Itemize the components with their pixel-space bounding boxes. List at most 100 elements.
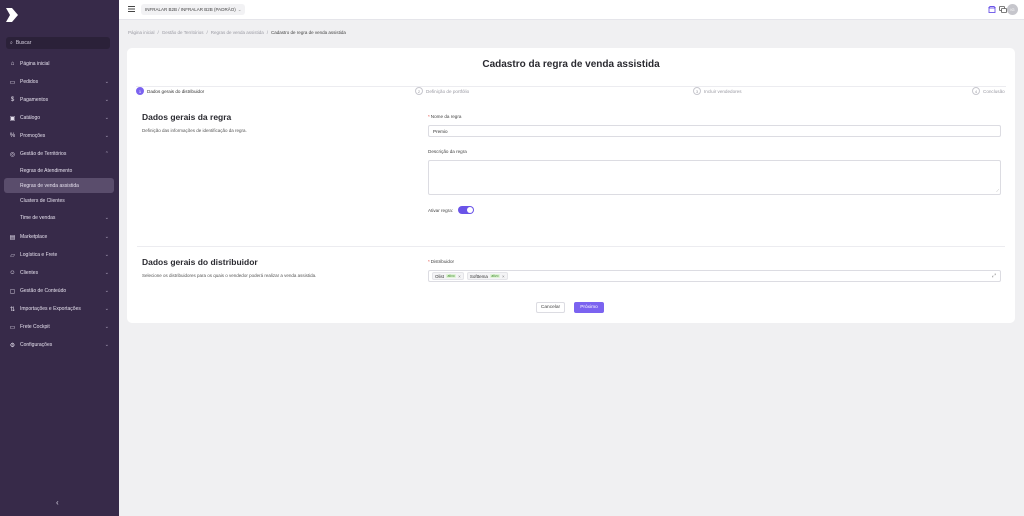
rule-description-label: Descrição da regra (428, 149, 467, 154)
rule-name-value: Premio (433, 128, 448, 134)
sidebar-item-label: Marketplace (20, 234, 48, 240)
form-card: Cadastro da regra de venda assistida 1 D… (127, 48, 1015, 323)
remove-tag-icon[interactable]: × (458, 274, 461, 279)
chevron-down-icon: ⌄ (237, 6, 242, 12)
remove-tag-icon[interactable]: × (502, 274, 505, 279)
content-icon: ▢ (9, 288, 16, 295)
avatar[interactable]: IG (1007, 4, 1018, 15)
catalog-icon: ▣ (9, 115, 16, 122)
step-number: 2 (415, 87, 423, 95)
section-divider (137, 246, 1005, 247)
step-label: Conclusão (983, 88, 1005, 94)
chevron-down-icon: ⌄ (104, 234, 109, 240)
step-4: 4 Conclusão (972, 87, 1008, 95)
sidebar-item-orders[interactable]: ▭ Pedidos ⌄ (0, 73, 119, 91)
rule-name-label-text: Nome da regra (430, 114, 462, 119)
resize-handle-icon[interactable]: ⟋ (996, 188, 999, 193)
gear-icon: ⚙ (9, 342, 16, 349)
sidebar-subitem-label: Regras de venda assistida (20, 182, 79, 189)
section-desc-rule: Definição das informações de identificaç… (142, 128, 247, 133)
distributor-select[interactable]: Olist ativo × Softtema ativo × ⤢ (428, 270, 1001, 282)
sidebar-subitem-service-rules[interactable]: Regras de Atendimento (0, 163, 119, 178)
distributor-label: *Distribuidor (428, 259, 454, 264)
sidebar-item-content[interactable]: ▢ Gestão de Conteúdo ⌄ (0, 282, 119, 300)
breadcrumb-separator: / (266, 30, 269, 35)
chat-icon[interactable] (999, 6, 1007, 13)
sidebar-subitem-label: Time de vendas (20, 215, 56, 221)
distributor-tag: Softtema ativo × (466, 272, 508, 280)
sidebar-item-logistics[interactable]: ▱ Logística e Frete ⌄ (0, 246, 119, 264)
breadcrumb-current: Cadastro de regra de venda assistida (271, 30, 346, 35)
sidebar-item-import-export[interactable]: ⇅ Importações e Exportações ⌄ (0, 300, 119, 318)
sidebar-item-label: Logística e Frete (20, 252, 58, 258)
breadcrumb-link-assisted-sales[interactable]: Regras de venda assistida (211, 30, 264, 35)
home-icon: ⌂ (10, 61, 15, 67)
sidebar-item-territories[interactable]: ◎ Gestão de Territórios ⌃ (0, 145, 119, 163)
menu-icon[interactable] (128, 6, 135, 12)
company-selector[interactable]: INFRALAR B2B / INFRALAR B2B (PADRÃO) ⌄ (141, 4, 246, 15)
breadcrumb-link-home[interactable]: Página inicial (128, 30, 155, 35)
sidebar-item-settings[interactable]: ⚙ Configurações ⌄ (0, 336, 119, 354)
section-title-distributor: Dados gerais do distribuidor (142, 257, 258, 267)
store-icon[interactable] (988, 6, 996, 13)
step-number: 4 (972, 87, 980, 95)
status-badge: ativo (446, 274, 457, 278)
breadcrumb-separator: / (157, 30, 159, 35)
sidebar-item-catalog[interactable]: ▣ Catálogo ⌄ (0, 109, 119, 127)
import-export-icon: ⇅ (9, 306, 16, 313)
activate-rule-label: Ativar regra: (428, 208, 454, 213)
activate-rule-toggle[interactable] (458, 206, 474, 214)
step-number: 1 (136, 87, 144, 95)
sidebar-subitem-sales-team[interactable]: Time de vendas ⌄ (0, 208, 119, 228)
step-1: 1 Dados gerais do distribuidor (136, 87, 208, 95)
chevron-down-icon: ⌄ (104, 79, 109, 85)
cart-icon: ▭ (9, 79, 16, 86)
sidebar-item-label: Importações e Exportações (20, 306, 81, 312)
chevron-down-icon: ⌄ (104, 270, 109, 276)
cancel-button[interactable]: Cancelar (536, 302, 565, 313)
sidebar-item-payments[interactable]: $ Pagamentos ⌄ (0, 91, 119, 109)
expand-icon[interactable]: ⤢ (992, 273, 996, 279)
toggle-knob (467, 207, 473, 213)
sidebar-item-label: Gestão de Conteúdo (20, 288, 67, 294)
rule-name-field[interactable]: Premio (428, 125, 1001, 137)
step-label: Incluir vendedores (704, 88, 742, 94)
sidebar-item-label: Frete Cockpit (20, 324, 50, 330)
breadcrumb-link-territories[interactable]: Gestão de Territórios (162, 30, 204, 35)
sidebar-item-freight-cockpit[interactable]: ▭ Frete Cockpit ⌄ (0, 318, 119, 336)
search-input[interactable]: ⌕ Buscar (6, 37, 110, 49)
sidebar-item-promotions[interactable]: % Promoções ⌄ (0, 127, 119, 145)
step-2: 2 Definição de portfólio (415, 87, 473, 95)
next-button[interactable]: Próximo (574, 302, 604, 313)
chevron-up-icon: ⌃ (104, 151, 109, 157)
sidebar-item-label: Pagamentos (20, 97, 49, 103)
sidebar-item-label: Clientes (20, 270, 39, 276)
sidebar-item-home[interactable]: ⌂ Página inicial (0, 55, 119, 73)
distributor-tag-label: Softtema (469, 273, 488, 279)
rule-name-label: *Nome da regra (428, 114, 461, 119)
sidebar-subitem-assisted-sales[interactable]: Regras de venda assistida (4, 178, 114, 193)
sidebar-item-marketplace[interactable]: ▤ Marketplace ⌄ (0, 228, 119, 246)
breadcrumb: Página inicial / Gestão de Territórios /… (128, 30, 346, 35)
sidebar-subitem-client-clusters[interactable]: Clusters de Clientes (0, 193, 119, 208)
page-title: Cadastro da regra de venda assistida (482, 59, 660, 70)
chevron-down-icon: ⌄ (104, 115, 109, 121)
topbar: INFRALAR B2B / INFRALAR B2B (PADRÃO) ⌄ I… (119, 0, 1024, 20)
collapse-sidebar-icon[interactable]: ‹ (56, 498, 59, 507)
distributor-label-text: Distribuidor (430, 259, 455, 264)
chevron-down-icon: ⌄ (104, 97, 109, 103)
avatar-initials: IG (1010, 7, 1015, 12)
brand-logo[interactable] (5, 7, 19, 23)
step-3: 3 Incluir vendedores (693, 87, 745, 95)
step-label: Dados gerais do distribuidor (147, 88, 205, 94)
step-number: 3 (693, 87, 701, 95)
search-icon: ⌕ (10, 40, 13, 46)
sidebar-item-clients[interactable]: ☺ Clientes ⌄ (0, 264, 119, 282)
steps-line (136, 86, 1006, 87)
users-icon: ☺ (9, 270, 16, 276)
distributor-tag: Olist ativo × (432, 272, 464, 280)
rule-description-field[interactable]: ⟋ (428, 160, 1001, 195)
marketplace-icon: ▤ (9, 234, 16, 241)
breadcrumb-separator: / (206, 30, 208, 35)
chevron-down-icon: ⌄ (104, 306, 109, 312)
